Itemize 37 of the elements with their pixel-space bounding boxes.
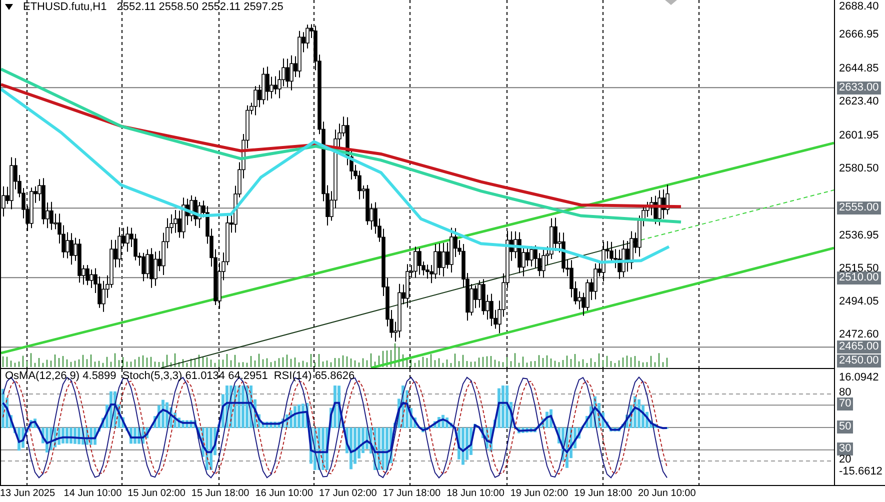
time-axis-label: 15 Jun 18:00 bbox=[191, 487, 250, 501]
time-axis-label: 19 Jun 18:00 bbox=[574, 487, 633, 501]
indicator-level-label: 50 bbox=[837, 420, 854, 433]
time-axis-label: 20 Jun 10:00 bbox=[638, 487, 697, 501]
price-axis-label: 2623.40 bbox=[838, 96, 880, 109]
time-axis-label: 13 Jun 2025 bbox=[0, 487, 56, 501]
time-axis-label: 16 Jun 10:00 bbox=[255, 487, 314, 501]
price-axis-label: 2644.85 bbox=[838, 62, 880, 76]
price-axis-label: 2601.95 bbox=[838, 129, 880, 142]
price-level-label: 2633.00 bbox=[837, 81, 881, 94]
price-level-label: 2510.00 bbox=[837, 271, 881, 284]
indicator-level-label: 30 bbox=[837, 442, 854, 456]
indicator-axis-label: 80 bbox=[838, 386, 852, 398]
price-level-label: 2555.00 bbox=[837, 202, 881, 215]
price-axis-label: 2494.05 bbox=[838, 296, 880, 309]
symbol-label: ETHUSD.futu,H1 bbox=[23, 1, 107, 13]
indicator-label: Stoch(5,3,3) 61.0134 64.2951 bbox=[122, 370, 268, 382]
price-axis-label: 2688.40 bbox=[838, 0, 880, 14]
time-axis-label: 14 Jun 10:00 bbox=[64, 487, 123, 501]
ohlc-values: 2552.11 2558.50 2552.11 2597.25 bbox=[116, 1, 284, 13]
time-axis-label: 15 Jun 02:00 bbox=[128, 487, 186, 501]
indicator-level-label: 70 bbox=[837, 398, 854, 411]
price-axis-label: 2666.95 bbox=[838, 28, 880, 42]
time-axis-label: 18 Jun 10:00 bbox=[446, 487, 506, 501]
time-axis-label: 17 Jun 18:00 bbox=[382, 487, 442, 501]
price-axis-label: 2536.95 bbox=[838, 229, 880, 242]
price-axis-label: 2472.60 bbox=[838, 328, 880, 342]
indicator-axis-label: -15.6612 bbox=[838, 466, 884, 478]
price-level-label: 2465.00 bbox=[837, 340, 881, 354]
price-level-label: 2450.00 bbox=[837, 354, 881, 368]
indicator-axis-label: 16.0942 bbox=[838, 372, 880, 384]
indicator-label: RSI(14) 65.8626 bbox=[274, 370, 355, 382]
time-axis-label: 17 Jun 02:00 bbox=[318, 487, 378, 501]
indicator-axis-label: 20 bbox=[838, 454, 852, 466]
price-axis-label: 2580.50 bbox=[838, 162, 880, 176]
time-axis-label: 19 Jun 02:00 bbox=[510, 487, 570, 501]
indicator-label: OsMA(12,26,9) 4.5899 bbox=[5, 370, 116, 382]
